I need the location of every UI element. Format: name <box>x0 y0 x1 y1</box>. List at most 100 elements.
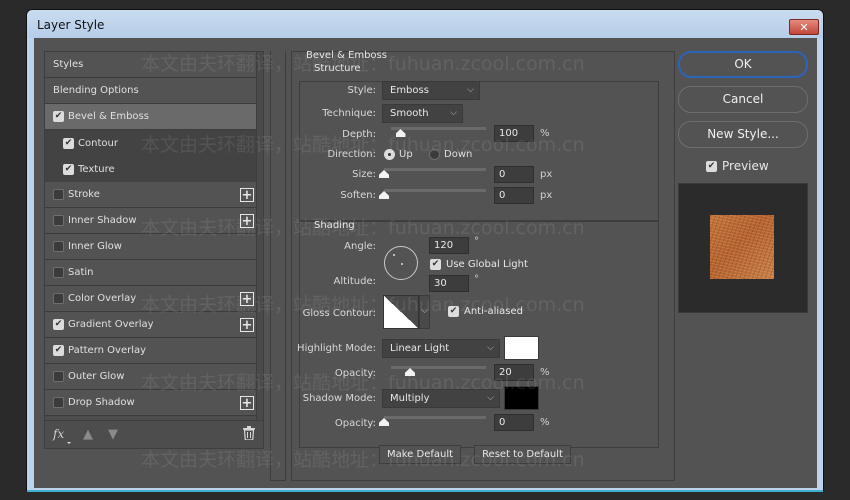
chevron-down-icon: ⌵ <box>467 85 474 95</box>
shadow-opacity-input[interactable]: 0 <box>494 414 534 431</box>
make-default-button[interactable]: Make Default <box>379 445 461 464</box>
shadow-mode-value: Multiply <box>390 393 430 404</box>
style-item[interactable]: Inner Glow <box>45 234 257 260</box>
add-effect-button[interactable]: fx <box>53 427 64 441</box>
style-checkbox[interactable] <box>53 215 64 226</box>
style-item[interactable]: Bevel & Emboss <box>45 104 257 130</box>
style-checkbox[interactable] <box>53 371 64 382</box>
preview-label: Preview <box>722 159 769 173</box>
global-light-checkbox[interactable]: Use Global Light <box>430 259 528 270</box>
technique-select[interactable]: Smooth ⌵ <box>382 104 463 123</box>
style-checkbox[interactable] <box>53 319 64 330</box>
styles-scrollbar[interactable] <box>256 52 263 420</box>
cancel-button[interactable]: Cancel <box>678 86 808 113</box>
preview-checkbox[interactable]: Preview <box>706 159 769 173</box>
shadow-mode-select[interactable]: Multiply ⌵ <box>382 389 500 408</box>
depth-input[interactable]: 100 <box>494 125 534 142</box>
anti-aliased-checkbox[interactable]: Anti-aliased <box>448 306 523 317</box>
style-item[interactable]: Drop Shadow + <box>45 390 257 416</box>
add-instance-icon[interactable]: + <box>240 188 254 202</box>
shadow-color-swatch[interactable] <box>504 386 539 410</box>
move-down-icon[interactable]: ▼ <box>108 427 118 442</box>
style-checkbox[interactable] <box>53 397 64 408</box>
style-item-label: Texture <box>78 163 115 175</box>
new-style-button[interactable]: New Style... <box>678 121 808 148</box>
direction-down-radio[interactable] <box>429 149 440 160</box>
ok-button[interactable]: OK <box>678 51 808 78</box>
shadow-opacity-label: Opacity: <box>334 418 376 429</box>
style-item[interactable]: Blending Options <box>45 78 257 104</box>
highlight-mode-value: Linear Light <box>390 343 450 354</box>
style-item-label: Stroke <box>68 189 100 200</box>
shading-title: Shading <box>314 220 355 231</box>
style-item[interactable]: Satin <box>45 260 257 286</box>
angle-label: Angle: <box>344 241 376 252</box>
highlight-opacity-label: Opacity: <box>334 368 376 379</box>
angle-dial[interactable] <box>384 246 418 280</box>
style-item[interactable]: Stroke + <box>45 182 257 208</box>
style-checkbox[interactable] <box>53 293 64 304</box>
style-item[interactable]: Color Overlay + <box>45 286 257 312</box>
style-item[interactable]: Gradient Overlay + <box>45 312 257 338</box>
move-up-icon[interactable]: ▲ <box>83 427 93 442</box>
title-bar[interactable]: Layer Style ✕ <box>27 10 823 38</box>
angle-input[interactable]: 120 <box>429 237 469 254</box>
reset-to-default-button[interactable]: Reset to Default <box>474 445 571 464</box>
style-item-label: Styles <box>53 59 84 70</box>
dial-center-icon <box>401 263 403 265</box>
style-item[interactable]: Texture <box>45 156 257 182</box>
style-select[interactable]: Emboss ⌵ <box>382 81 480 100</box>
style-checkbox[interactable] <box>63 163 74 175</box>
gloss-contour-dropdown[interactable]: ⌵ <box>419 295 430 329</box>
style-item[interactable]: Outer Glow <box>45 364 257 390</box>
style-checkbox[interactable] <box>53 189 64 200</box>
highlight-mode-select[interactable]: Linear Light ⌵ <box>382 339 500 358</box>
size-input[interactable]: 0 <box>494 166 534 183</box>
highlight-color-swatch[interactable] <box>504 336 539 360</box>
style-checkbox[interactable] <box>53 267 64 278</box>
soften-input[interactable]: 0 <box>494 187 534 204</box>
style-item[interactable]: Contour <box>45 130 257 156</box>
style-value: Emboss <box>390 85 429 96</box>
add-instance-icon[interactable]: + <box>240 318 254 332</box>
depth-slider[interactable] <box>391 126 486 138</box>
direction-up-label: Up <box>399 149 413 160</box>
styles-panel: Styles Blending Options Bevel & Emboss Cont… <box>44 51 264 449</box>
slider-thumb[interactable] <box>395 129 406 137</box>
soften-label: Soften: <box>340 190 376 201</box>
style-label: Style: <box>347 85 377 96</box>
style-checkbox[interactable] <box>53 111 64 122</box>
altitude-unit: ° <box>474 274 479 285</box>
direction-label: Direction: <box>327 149 376 160</box>
gloss-contour-picker[interactable] <box>383 295 419 329</box>
style-item-label: Inner Shadow <box>68 215 137 226</box>
style-item[interactable]: Pattern Overlay <box>45 338 257 364</box>
style-item[interactable]: Inner Shadow + <box>45 208 257 234</box>
direction-up-radio[interactable] <box>384 149 395 160</box>
trash-icon[interactable] <box>243 426 255 444</box>
copper-texture-preview <box>710 215 774 279</box>
slider-thumb[interactable] <box>405 368 415 376</box>
style-checkbox[interactable] <box>53 345 64 356</box>
close-button[interactable]: ✕ <box>789 19 819 35</box>
add-instance-icon[interactable]: + <box>240 396 254 410</box>
style-item[interactable]: Styles <box>45 52 257 78</box>
shadow-opacity-slider[interactable] <box>379 415 486 427</box>
size-slider[interactable] <box>379 167 486 179</box>
shadow-opacity-unit: % <box>540 417 550 428</box>
style-item-label: Outer Glow <box>68 371 125 382</box>
checkbox-icon <box>706 160 717 172</box>
soften-slider[interactable] <box>379 188 486 200</box>
shading-group <box>299 221 659 448</box>
style-checkbox[interactable] <box>63 137 74 149</box>
size-unit: px <box>540 169 553 180</box>
style-checkbox[interactable] <box>53 241 64 252</box>
style-item-label: Blending Options <box>53 85 139 96</box>
highlight-opacity-input[interactable]: 20 <box>494 364 534 381</box>
altitude-input[interactable]: 30 <box>429 275 469 292</box>
highlight-opacity-slider[interactable] <box>391 365 486 377</box>
style-item-label: Satin <box>68 267 94 278</box>
add-instance-icon[interactable]: + <box>240 214 254 228</box>
add-instance-icon[interactable]: + <box>240 292 254 306</box>
section-title: Bevel & Emboss <box>306 50 387 61</box>
